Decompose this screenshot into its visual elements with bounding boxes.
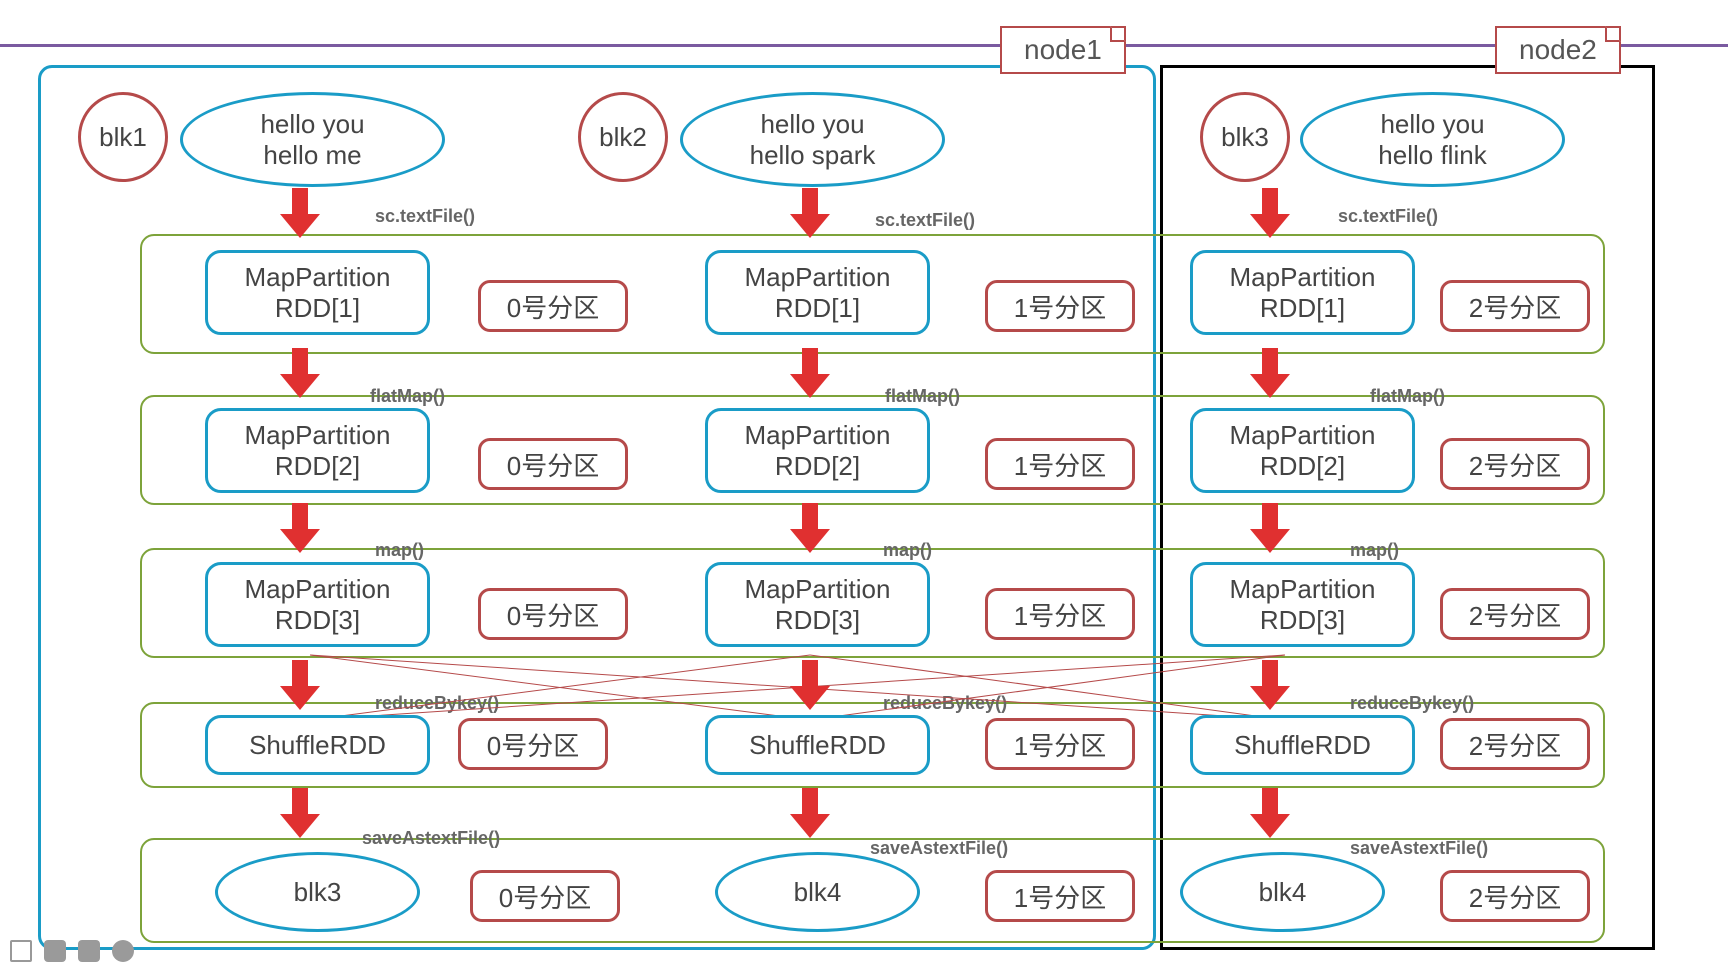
mp1c-l1: MapPartition <box>1230 262 1376 293</box>
mp1-box-2: MapPartition RDD[1] <box>1190 250 1415 335</box>
footer-toolbar <box>10 940 134 962</box>
part-r3-c2: 2号分区 <box>1440 588 1590 640</box>
chat-icon[interactable] <box>78 940 100 962</box>
part-r1-c2: 2号分区 <box>1440 280 1590 332</box>
input1-line2: hello spark <box>750 140 876 171</box>
mp1-box-1: MapPartition RDD[1] <box>705 250 930 335</box>
mp2-box-2: MapPartition RDD[2] <box>1190 408 1415 493</box>
blk1-circle: blk1 <box>78 92 168 182</box>
arrow-r4-c2 <box>1250 660 1290 710</box>
mp3-l2: RDD[3] <box>275 605 360 636</box>
part-r3-c0: 0号分区 <box>478 588 628 640</box>
mp3-l1: MapPartition <box>245 574 391 605</box>
part-r3-c1: 1号分区 <box>985 588 1135 640</box>
focus-icon[interactable] <box>10 940 32 962</box>
blk3-circle: blk3 <box>1200 92 1290 182</box>
part-r4-c2: 2号分区 <box>1440 718 1590 770</box>
input0-line1: hello you <box>260 109 364 140</box>
op-flatmap-0: flatMap() <box>370 386 445 407</box>
mp1c-l2: RDD[1] <box>1260 293 1345 324</box>
video-icon[interactable] <box>44 940 66 962</box>
shuffle-box-0: ShuffleRDD <box>205 715 430 775</box>
part-r2-c2: 2号分区 <box>1440 438 1590 490</box>
mp2b-l2: RDD[2] <box>775 451 860 482</box>
top-divider <box>0 44 1728 47</box>
input-ellipse-1: hello you hello spark <box>680 92 945 187</box>
op-textfile-0: sc.textFile() <box>375 206 475 227</box>
mp1b-l1: MapPartition <box>745 262 891 293</box>
mp3b-l1: MapPartition <box>745 574 891 605</box>
arrow-r5-c0 <box>280 788 320 838</box>
mp1-l1: MapPartition <box>245 262 391 293</box>
op-save-1: saveAstextFile() <box>870 838 1008 859</box>
mp3-box-1: MapPartition RDD[3] <box>705 562 930 647</box>
mp2-box-0: MapPartition RDD[2] <box>205 408 430 493</box>
op-textfile-1: sc.textFile() <box>875 210 975 231</box>
input0-line2: hello me <box>263 140 361 171</box>
mp1b-l2: RDD[1] <box>775 293 860 324</box>
part-r2-c0: 0号分区 <box>478 438 628 490</box>
part-r1-c0: 0号分区 <box>478 280 628 332</box>
part-r5-c2: 2号分区 <box>1440 870 1590 922</box>
out-ellipse-1: blk4 <box>715 852 920 932</box>
mp3-box-2: MapPartition RDD[3] <box>1190 562 1415 647</box>
input-ellipse-2: hello you hello flink <box>1300 92 1565 187</box>
arrow-r1-c0 <box>280 188 320 238</box>
arrow-r3-c0 <box>280 503 320 553</box>
arrow-r3-c2 <box>1250 503 1290 553</box>
node2-container <box>1160 65 1655 950</box>
input2-line1: hello you <box>1380 109 1484 140</box>
shuffle-box-2: ShuffleRDD <box>1190 715 1415 775</box>
mp2-l2: RDD[2] <box>275 451 360 482</box>
mp3b-l2: RDD[3] <box>775 605 860 636</box>
part-r4-c0: 0号分区 <box>458 718 608 770</box>
arrow-r4-c1 <box>790 660 830 710</box>
op-save-2: saveAstextFile() <box>1350 838 1488 859</box>
op-save-0: saveAstextFile() <box>362 828 500 849</box>
part-r5-c0: 0号分区 <box>470 870 620 922</box>
mp1-box-0: MapPartition RDD[1] <box>205 250 430 335</box>
mp2-l1: MapPartition <box>245 420 391 451</box>
blk2-circle: blk2 <box>578 92 668 182</box>
mp2c-l2: RDD[2] <box>1260 451 1345 482</box>
arrow-r5-c2 <box>1250 788 1290 838</box>
node1-container <box>38 65 1156 950</box>
arrow-r1-c2 <box>1250 188 1290 238</box>
more-icon[interactable] <box>112 940 134 962</box>
op-flatmap-2: flatMap() <box>1370 386 1445 407</box>
arrow-r1-c1 <box>790 188 830 238</box>
part-r4-c1: 1号分区 <box>985 718 1135 770</box>
op-flatmap-1: flatMap() <box>885 386 960 407</box>
op-map-0: map() <box>375 540 424 561</box>
arrow-r2-c1 <box>790 348 830 398</box>
part-r2-c1: 1号分区 <box>985 438 1135 490</box>
input1-line1: hello you <box>760 109 864 140</box>
arrow-r3-c1 <box>790 503 830 553</box>
arrow-r2-c2 <box>1250 348 1290 398</box>
out-ellipse-2: blk4 <box>1180 852 1385 932</box>
out-ellipse-0: blk3 <box>215 852 420 932</box>
input2-line2: hello flink <box>1378 140 1486 171</box>
mp3c-l1: MapPartition <box>1230 574 1376 605</box>
shuffle-box-1: ShuffleRDD <box>705 715 930 775</box>
mp2b-l1: MapPartition <box>745 420 891 451</box>
mp3c-l2: RDD[3] <box>1260 605 1345 636</box>
node2-label: node2 <box>1495 26 1621 74</box>
arrow-r5-c1 <box>790 788 830 838</box>
mp2-box-1: MapPartition RDD[2] <box>705 408 930 493</box>
input-ellipse-0: hello you hello me <box>180 92 445 187</box>
mp3-box-0: MapPartition RDD[3] <box>205 562 430 647</box>
mp1-l2: RDD[1] <box>275 293 360 324</box>
part-r1-c1: 1号分区 <box>985 280 1135 332</box>
node1-label: node1 <box>1000 26 1126 74</box>
op-textfile-2: sc.textFile() <box>1338 206 1438 227</box>
arrow-r4-c0 <box>280 660 320 710</box>
mp2c-l1: MapPartition <box>1230 420 1376 451</box>
arrow-r2-c0 <box>280 348 320 398</box>
part-r5-c1: 1号分区 <box>985 870 1135 922</box>
op-map-1: map() <box>883 540 932 561</box>
op-map-2: map() <box>1350 540 1399 561</box>
